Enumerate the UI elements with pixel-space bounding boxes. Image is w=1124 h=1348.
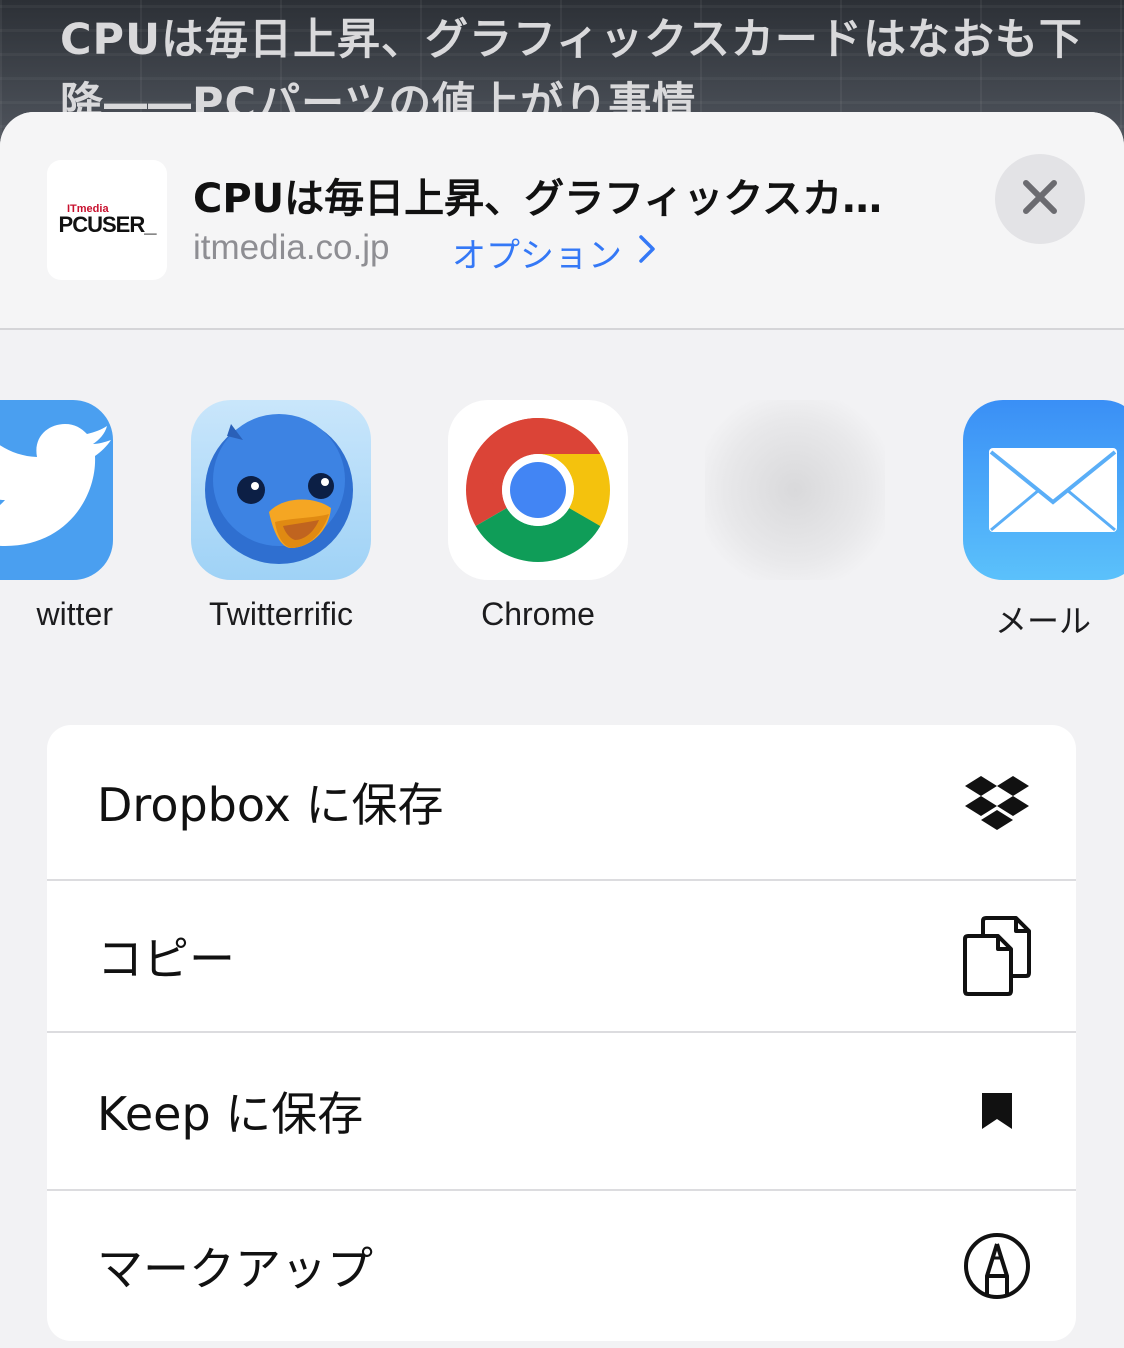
chevron-right-icon <box>638 232 656 273</box>
twitterrific-bird-icon <box>191 400 371 580</box>
action-save-to-dropbox[interactable]: Dropbox に保存 <box>47 725 1076 881</box>
action-copy[interactable]: コピー <box>47 881 1076 1033</box>
app-chrome[interactable]: Chrome <box>448 400 628 633</box>
app-twitterrific[interactable]: Twitterrific <box>191 400 371 633</box>
action-label-markup: マークアップ <box>97 1242 373 1296</box>
mail-envelope-icon <box>963 400 1124 580</box>
options-label: オプション <box>452 236 622 276</box>
app-blurred[interactable] <box>705 400 885 596</box>
dropbox-icon <box>962 762 1032 842</box>
blurred-app-icon <box>705 400 885 580</box>
share-sheet: ITmedia PCUSER_ CPUは毎日上昇、グラフィックスカードはなおも下… <box>0 112 1124 1348</box>
options-button[interactable]: オプション <box>452 228 656 277</box>
share-sheet-header: ITmedia PCUSER_ CPUは毎日上昇、グラフィックスカードはなおも下… <box>0 112 1124 330</box>
chrome-icon <box>448 400 628 580</box>
markup-pen-icon <box>962 1226 1032 1306</box>
app-label-chrome: Chrome <box>481 596 595 632</box>
share-apps-row: witter Twitterrific Chrome メール <box>0 330 1124 710</box>
share-domain: itmedia.co.jp <box>193 228 390 267</box>
app-twitter[interactable]: witter <box>0 400 113 633</box>
share-actions-list: Dropbox に保存 コピー Keep に保存 マークアップ <box>47 725 1076 1341</box>
close-button[interactable] <box>995 154 1085 244</box>
copy-documents-icon <box>962 916 1032 996</box>
app-label-mail: メール <box>994 603 1091 639</box>
action-label-keep: Keep に保存 <box>97 1087 364 1141</box>
bookmark-icon <box>962 1071 1032 1151</box>
app-label-twitterrific: Twitterrific <box>209 596 353 632</box>
action-label-copy: コピー <box>97 932 235 986</box>
site-icon-brand-main: PCUSER_ <box>58 212 157 237</box>
action-markup[interactable]: マークアップ <box>47 1191 1076 1341</box>
app-mail[interactable]: メール <box>963 400 1124 642</box>
close-icon <box>1021 178 1059 220</box>
action-label-dropbox: Dropbox に保存 <box>97 778 444 832</box>
twitter-bird-icon <box>0 400 113 580</box>
site-icon: ITmedia PCUSER_ <box>47 160 167 280</box>
share-title: CPUは毎日上昇、グラフィックスカードはなおも下降――PCパーツの値上がり事情 <box>193 176 893 222</box>
action-save-to-keep[interactable]: Keep に保存 <box>47 1033 1076 1191</box>
app-label-twitter: witter <box>36 596 113 632</box>
